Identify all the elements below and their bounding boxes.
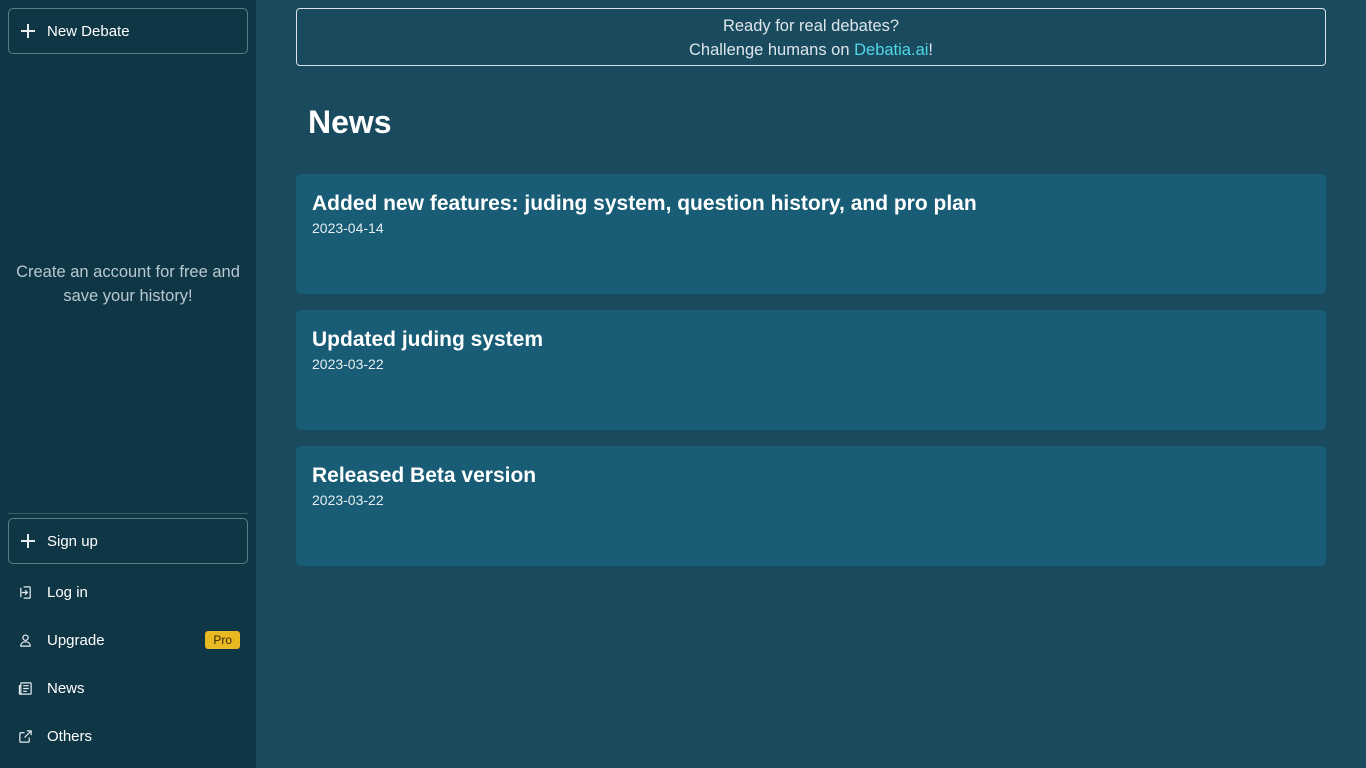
login-icon [20, 585, 31, 599]
sidebar-item-label: Upgrade [47, 631, 105, 649]
sidebar-item-upgrade[interactable]: Upgrade Pro [8, 616, 248, 664]
new-debate-button[interactable]: New Debate [8, 8, 248, 54]
sidebar-item-news[interactable]: News [8, 664, 248, 712]
page-title: News [308, 104, 392, 140]
banner-line-1: Ready for real debates? [722, 17, 900, 35]
sign-up-label: Sign up [47, 532, 98, 550]
news-title: Released Beta version [312, 464, 537, 487]
user-icon [20, 633, 31, 647]
sidebar-divider [8, 513, 248, 514]
external-link-icon [19, 729, 32, 743]
news-date: 2023-03-22 [312, 492, 384, 508]
sidebar-item-others[interactable]: Others [8, 712, 248, 760]
news-list: Added new features: juding system, quest… [296, 174, 1326, 582]
plus-icon [21, 534, 35, 548]
banner-line-2: Challenge humans on Debatia.ai! [297, 38, 1325, 62]
account-promo-text: Create an account for free and save your… [16, 262, 240, 305]
sidebar-item-login[interactable]: Log in [8, 568, 248, 616]
news-date: 2023-03-22 [312, 356, 384, 372]
news-card[interactable]: Added new features: juding system, quest… [296, 174, 1326, 294]
banner-line-2-suffix: ! [928, 41, 934, 59]
news-card[interactable]: Released Beta version 2023-03-22 [296, 446, 1326, 566]
sidebar-item-label: News [47, 679, 85, 697]
debatia-link[interactable]: Debatia.ai [854, 41, 928, 59]
sidebar-item-label: Log in [47, 583, 88, 601]
news-title: Added new features: juding system, quest… [312, 192, 977, 215]
newspaper-icon [18, 681, 32, 695]
promo-banner: Ready for real debates? Challenge humans… [296, 8, 1326, 66]
sidebar-item-label: Others [47, 727, 93, 745]
plus-icon [21, 24, 35, 38]
sidebar: New Debate Create an account for free an… [0, 0, 256, 768]
banner-line-2-prefix: Challenge humans on [688, 41, 855, 59]
news-date: 2023-04-14 [312, 220, 384, 236]
new-debate-label: New Debate [47, 22, 130, 40]
main-content: Ready for real debates? Challenge humans… [256, 0, 1366, 768]
news-title: Updated juding system [312, 328, 544, 351]
pro-badge: Pro [205, 631, 240, 649]
sign-up-button[interactable]: Sign up [8, 518, 248, 564]
news-card[interactable]: Updated juding system 2023-03-22 [296, 310, 1326, 430]
